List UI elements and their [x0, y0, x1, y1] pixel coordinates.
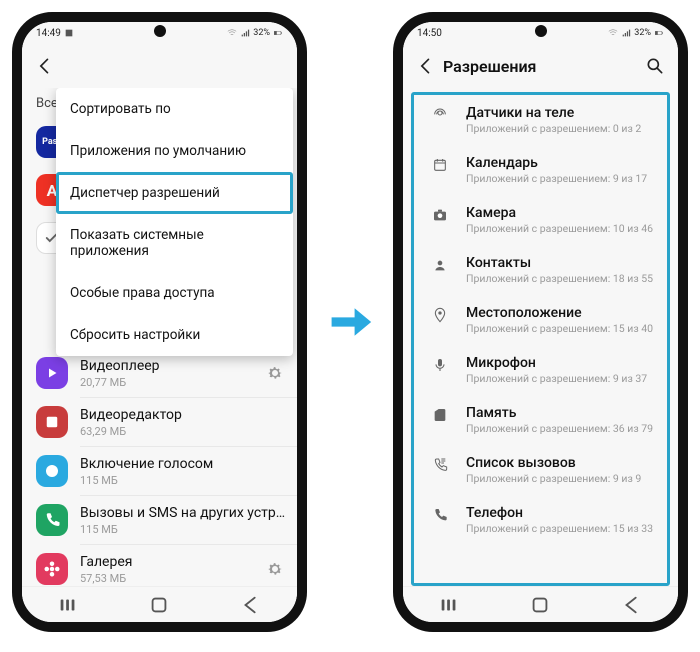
status-time: 14:50	[417, 28, 442, 39]
camera-notch	[535, 25, 547, 37]
battery-icon	[654, 28, 664, 38]
permissions-list: Датчики на телеПриложений с разрешением:…	[411, 92, 670, 586]
phone-right: 14:50 32% Разрешения Датчики	[393, 12, 688, 632]
perm-phone[interactable]: ТелефонПриложений с разрешением: 15 из 3…	[414, 495, 667, 545]
signal-icon	[240, 28, 250, 38]
phone-icon	[428, 507, 452, 523]
wifi-icon	[608, 28, 618, 38]
navigation-bar	[403, 586, 678, 622]
status-time: 14:49	[36, 28, 61, 39]
perm-calllog[interactable]: Список вызововПриложений с разрешением: …	[414, 445, 667, 495]
storage-icon	[428, 407, 452, 423]
signal-icon	[621, 28, 631, 38]
camera-icon	[428, 207, 452, 223]
menu-permission-manager[interactable]: Диспетчер разрешений	[56, 172, 293, 214]
header: Разрешения	[403, 44, 678, 88]
mic-icon	[428, 357, 452, 373]
back-button[interactable]	[413, 56, 439, 76]
app-name: Видеоплеер	[80, 357, 263, 375]
recents-button[interactable]	[438, 594, 460, 616]
wifi-icon	[227, 28, 237, 38]
gear-icon[interactable]	[263, 560, 287, 578]
menu-show-system[interactable]: Показать системные приложения	[56, 214, 293, 272]
calllog-icon	[428, 457, 452, 473]
perm-camera[interactable]: КамераПриложений с разрешением: 10 из 46	[414, 195, 667, 245]
camera-notch	[154, 25, 166, 37]
options-menu: Сортировать по Приложения по умолчанию Д…	[56, 88, 293, 356]
header	[22, 44, 297, 88]
app-item-voicewake[interactable]: Включение голосом 115 МБ	[22, 447, 297, 495]
recents-button[interactable]	[57, 594, 79, 616]
app-icon-bixby	[36, 455, 68, 487]
app-size: 20,77 МБ	[80, 376, 263, 389]
back-button[interactable]	[32, 56, 58, 76]
menu-default-apps[interactable]: Приложения по умолчанию	[56, 130, 293, 172]
app-item-gallery[interactable]: Галерея 57,53 МБ	[22, 545, 297, 586]
search-button[interactable]	[642, 56, 668, 76]
battery-text: 32%	[253, 28, 270, 38]
perm-location[interactable]: МестоположениеПриложений с разрешением: …	[414, 295, 667, 345]
status-icon	[64, 28, 74, 38]
perm-contacts[interactable]: КонтактыПриложений с разрешением: 18 из …	[414, 245, 667, 295]
contacts-icon	[428, 257, 452, 273]
perm-calendar[interactable]: КалендарьПриложений с разрешением: 9 из …	[414, 145, 667, 195]
gear-icon[interactable]	[263, 364, 287, 382]
battery-text: 32%	[634, 28, 651, 38]
phone-left: 14:49 32% Все Pass A	[12, 12, 307, 632]
perm-storage[interactable]: ПамятьПриложений с разрешением: 36 из 79	[414, 395, 667, 445]
app-icon-play	[36, 357, 68, 389]
home-button[interactable]	[529, 594, 551, 616]
nav-back-button[interactable]	[621, 594, 643, 616]
calendar-icon	[428, 157, 452, 173]
nav-back-button[interactable]	[240, 594, 262, 616]
navigation-bar	[22, 586, 297, 622]
menu-special-access[interactable]: Особые права доступа	[56, 272, 293, 314]
perm-microphone[interactable]: МикрофонПриложений с разрешением: 9 из 3…	[414, 345, 667, 395]
app-item-videoeditor[interactable]: Видеоредактор 63,29 МБ	[22, 398, 297, 446]
location-icon	[428, 307, 452, 323]
perm-body-sensors[interactable]: Датчики на телеПриложений с разрешением:…	[414, 95, 667, 145]
sensor-icon	[428, 107, 452, 123]
page-title: Разрешения	[439, 57, 642, 76]
app-icon-call	[36, 504, 68, 536]
battery-icon	[273, 28, 283, 38]
home-button[interactable]	[148, 594, 170, 616]
app-item-callsms[interactable]: Вызовы и SMS на других устро... 115 МБ	[22, 496, 297, 544]
app-item-videoplayer[interactable]: Видеоплеер 20,77 МБ	[22, 349, 297, 397]
app-icon-gallery	[36, 553, 68, 585]
menu-reset[interactable]: Сбросить настройки	[56, 314, 293, 356]
app-icon-editor	[36, 406, 68, 438]
menu-sort[interactable]: Сортировать по	[56, 88, 293, 130]
arrow-icon	[327, 299, 373, 345]
